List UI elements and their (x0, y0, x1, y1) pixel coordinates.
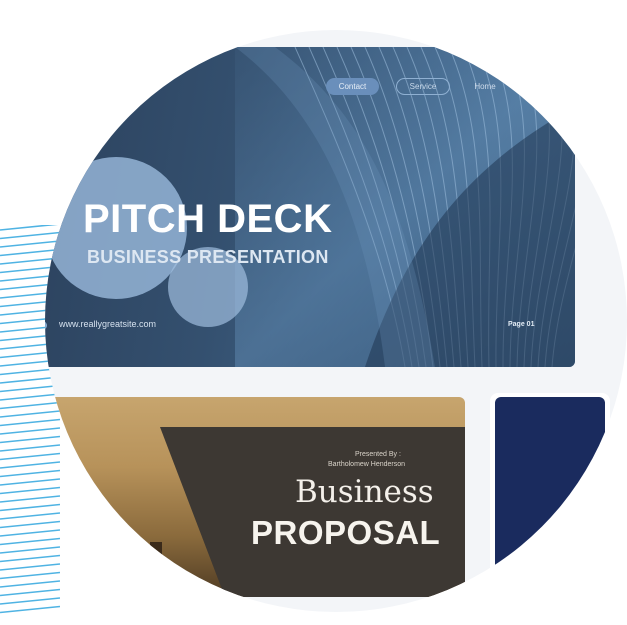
nav-contact-button[interactable]: Contact (326, 78, 379, 95)
nav-service-button[interactable]: Service (396, 78, 450, 95)
slide-subtitle: BUSINESS PRESENTATION (87, 247, 329, 267)
page-number: Page 01 (508, 321, 535, 328)
pitch-deck-slide[interactable]: FORD & CO. Contact Service Home PITCH DE… (45, 47, 575, 367)
proposal-subtitle: PROPOSAL (251, 514, 441, 551)
slide-title: PITCH DECK (83, 197, 333, 241)
business-proposal-slide[interactable]: Presented By : Bartholomew Henderson Bus… (45, 397, 465, 597)
brand-name: FORD & CO. (75, 83, 128, 93)
preview-circle: FORD & CO. Contact Service Home PITCH DE… (45, 30, 627, 612)
third-slide[interactable] (495, 397, 605, 597)
proposal-title: Business (295, 474, 434, 510)
city-skyline-image (45, 517, 162, 597)
website-link[interactable]: www.reallygreatsite.com (59, 319, 156, 329)
presenter-name: Bartholomew Henderson (328, 461, 406, 468)
website-dot-icon (45, 321, 47, 330)
presented-by-label: Presented By : (355, 451, 401, 458)
nav-home-button[interactable]: Home (465, 78, 505, 95)
